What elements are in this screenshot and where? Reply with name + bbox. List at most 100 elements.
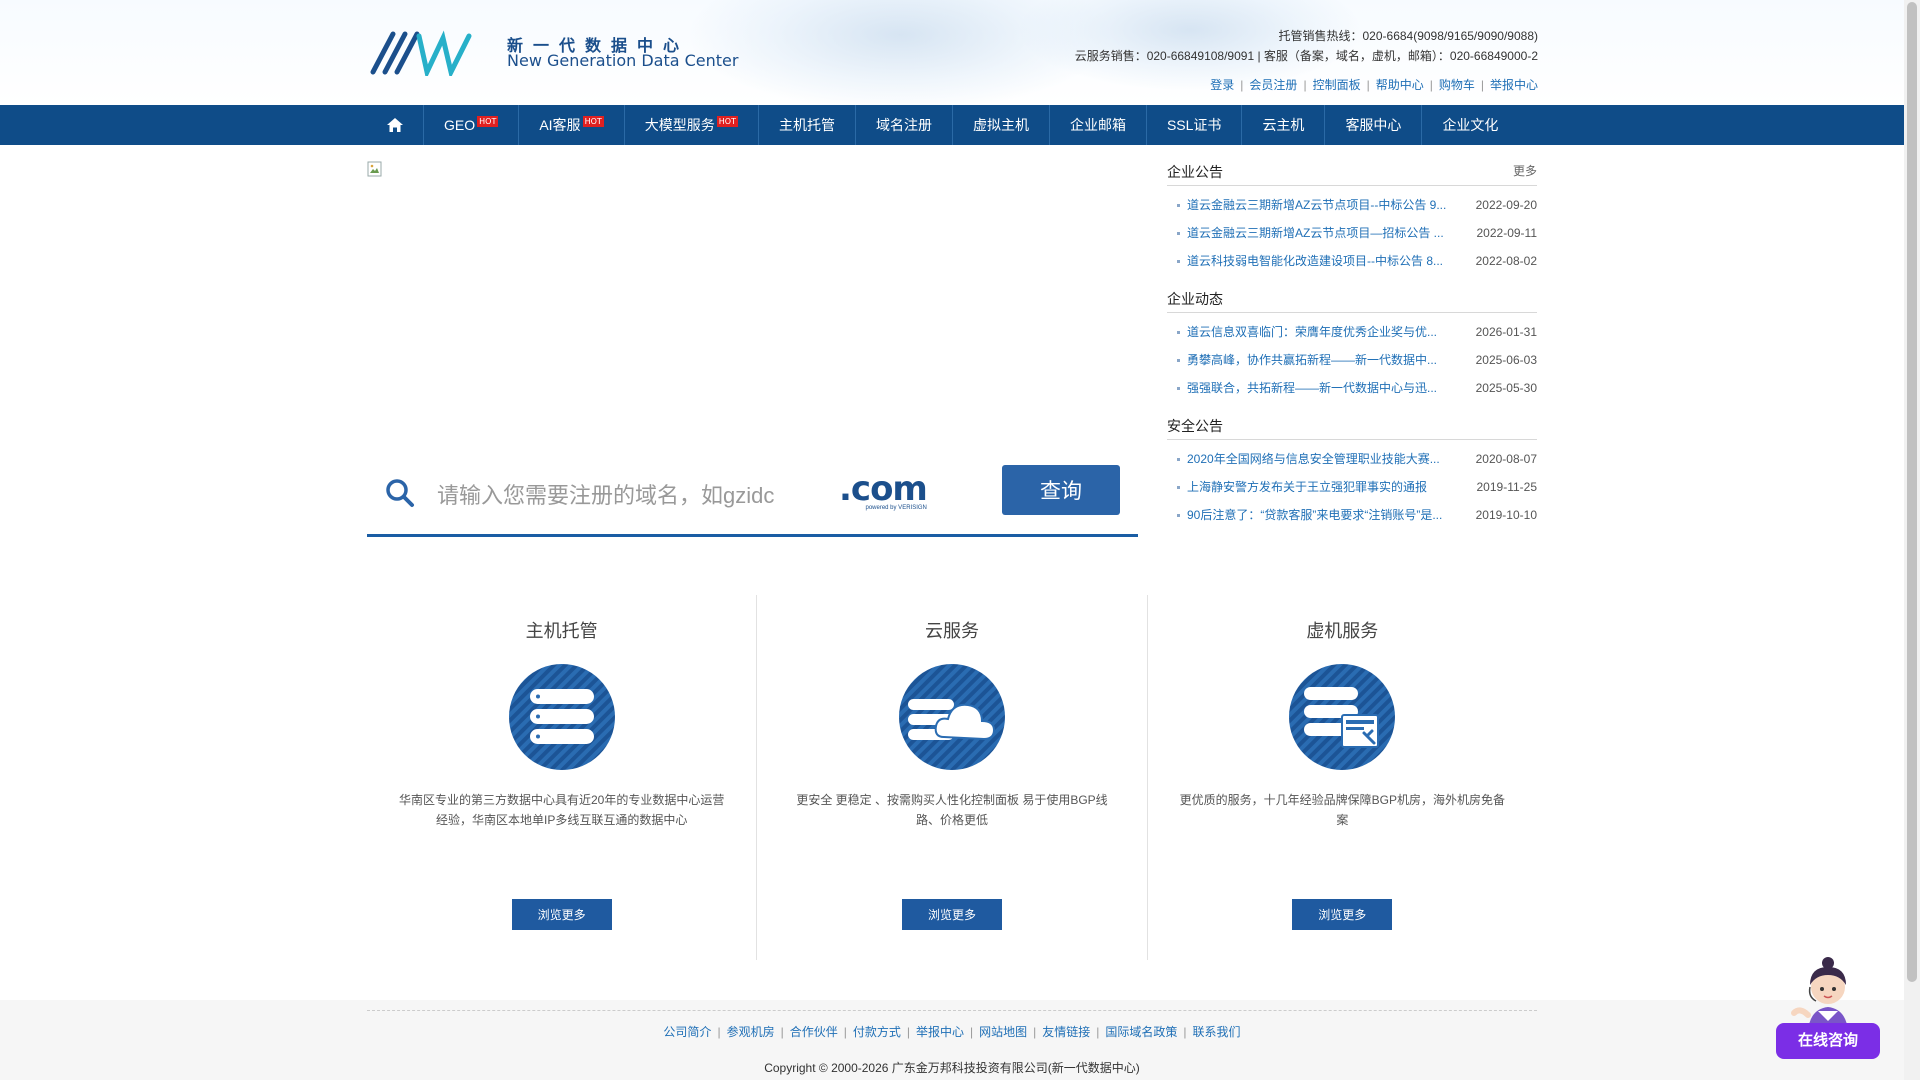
notice-link[interactable]: 道云信息双喜临门：荣膺年度优秀企业奖与优... xyxy=(1187,319,1447,345)
separator: | xyxy=(1303,78,1307,92)
notice-link[interactable]: 90后注意了：“贷款客服”来电要求“注销账号”是... xyxy=(1187,502,1447,528)
list-item: 道云金融云三期新增AZ云节点项目--中标公告 9... 2022-09-20 xyxy=(1167,192,1537,220)
online-chat-button[interactable]: 在线咨询 xyxy=(1776,1023,1880,1059)
nav-label: 企业邮箱 xyxy=(1069,117,1126,133)
nav-domain[interactable]: 域名注册 xyxy=(856,105,953,145)
home-icon xyxy=(387,118,403,132)
search-button[interactable]: 查询 xyxy=(1002,465,1120,515)
separator: | xyxy=(780,1025,784,1039)
browse-more-button[interactable]: 浏览更多 xyxy=(901,899,1002,930)
nav-ai-service[interactable]: AI客服 HOT xyxy=(519,105,625,145)
control-panel-link[interactable]: 控制面板 xyxy=(1313,78,1361,92)
main-nav: GEO HOT AI客服 HOT 大模型服务 HOT 主机托管 域名注册 虚拟主机 企… xyxy=(0,105,1904,145)
report-center-link[interactable]: 举报中心 xyxy=(1490,78,1538,92)
separator: | xyxy=(906,1025,910,1039)
search-icon xyxy=(386,479,414,507)
footer-link-sitemap[interactable]: 网站地图 xyxy=(979,1025,1027,1039)
nav-ssl[interactable]: SSL证书 xyxy=(1147,105,1243,145)
nav-hosting[interactable]: 主机托管 xyxy=(759,105,856,145)
notice-link[interactable]: 2020年全国网络与信息安全管理职业技能大赛... xyxy=(1187,446,1447,472)
notice-date: 2019-11-25 xyxy=(1476,480,1538,494)
help-center-link[interactable]: 帮助中心 xyxy=(1376,78,1424,92)
notice-link[interactable]: 道云科技弱电智能化改造建设项目--中标公告 8... xyxy=(1187,248,1447,274)
browse-more-button[interactable]: 浏览更多 xyxy=(511,899,612,930)
service-card-hosting: 主机托管 华南区专业的第三方数据中心具有近20年的专业数据中心运营经验，华南区本… xyxy=(367,595,758,960)
hosting-hotline: 托管销售热线：020-6684(9098/9165/9090/9088) xyxy=(1278,29,1539,43)
nav-llm-service[interactable]: 大模型服务 HOT xyxy=(625,105,759,145)
notice-section-enterprise: 企业公告 更多 道云金融云三期新增AZ云节点项目--中标公告 9... 2022-… xyxy=(1167,159,1537,276)
notice-link[interactable]: 道云金融云三期新增AZ云节点项目—招标公告 ... xyxy=(1187,220,1447,246)
nav-culture[interactable]: 企业文化 xyxy=(1422,105,1518,145)
separator: | xyxy=(1183,1025,1187,1039)
footer-links: 公司简介 | 参观机房 | 合作伙伴 | 付款方式 | 举报中心 | 网站地图 | 友情链接 | 国际域名政… xyxy=(0,1023,1904,1040)
nav-label: GEO xyxy=(444,117,476,133)
footer-link-visit[interactable]: 参观机房 xyxy=(727,1025,775,1039)
notice-link[interactable]: 勇攀高峰，协作共赢拓新程——新一代数据中... xyxy=(1187,347,1447,373)
dotcom-logo[interactable]: .com powered by VERISIGN xyxy=(839,471,928,511)
footer-link-domain-policy[interactable]: 国际域名政策 xyxy=(1105,1025,1177,1039)
nav-label: 域名注册 xyxy=(875,117,932,133)
copyright: Copyright © 2000-2026 广东金万邦科技投资有限公司(新一代数… xyxy=(764,1061,1140,1075)
cloud-server-icon xyxy=(898,664,1005,770)
nav-label: SSL证书 xyxy=(1166,117,1222,133)
nav-enterprise-mail[interactable]: 企业邮箱 xyxy=(1050,105,1147,145)
footer-link-report[interactable]: 举报中心 xyxy=(916,1025,964,1039)
nav-customer-service[interactable]: 客服中心 xyxy=(1325,105,1423,145)
hot-badge: HOT xyxy=(582,116,604,127)
register-link[interactable]: 会员注册 xyxy=(1249,78,1297,92)
login-link[interactable]: 登录 xyxy=(1210,78,1234,92)
notice-date: 2022-09-20 xyxy=(1475,198,1537,212)
footer-link-payment[interactable]: 付款方式 xyxy=(853,1025,901,1039)
notice-link[interactable]: 道云金融云三期新增AZ云节点项目--中标公告 9... xyxy=(1187,192,1447,218)
separator: | xyxy=(1366,78,1370,92)
more-link[interactable]: 更多 xyxy=(1513,162,1537,179)
cart-link[interactable]: 购物车 xyxy=(1439,78,1475,92)
nav-virtual-host[interactable]: 虚拟主机 xyxy=(953,105,1050,145)
notice-link[interactable]: 上海静安警方发布关于王立强犯罪事实的通报 xyxy=(1187,474,1447,500)
footer-link-contact[interactable]: 联系我们 xyxy=(1193,1025,1241,1039)
domain-search-input[interactable] xyxy=(435,476,799,516)
site-header: 新一代数据中心 New Generation Data Center 托管销售热… xyxy=(0,0,1904,105)
list-item: 2020年全国网络与信息安全管理职业技能大赛... 2020-08-07 xyxy=(1167,446,1537,474)
service-card-cloud: 云服务 更安全 更稳定 、按需购买人性化控制面板 易于使用BGP线路、价格更低 … xyxy=(757,595,1148,960)
notice-link[interactable]: 强强联合，共拓新程——新一代数据中心与迅... xyxy=(1187,375,1447,401)
notice-date: 2019-10-10 xyxy=(1475,508,1537,522)
nav-cloud-host[interactable]: 云主机 xyxy=(1242,105,1326,145)
separator: | xyxy=(1033,1025,1037,1039)
footer-link-friends[interactable]: 友情链接 xyxy=(1042,1025,1090,1039)
footer-link-partners[interactable]: 合作伙伴 xyxy=(790,1025,838,1039)
broken-image-icon xyxy=(367,161,382,177)
server-stack-icon xyxy=(508,664,615,770)
notice-header: 企业动态 xyxy=(1167,286,1537,313)
browse-more-button[interactable]: 浏览更多 xyxy=(1292,899,1393,930)
separator: | xyxy=(717,1025,721,1039)
logo-english-name: New Generation Data Center xyxy=(507,51,739,70)
logo-icon[interactable] xyxy=(367,28,507,76)
service-title: 云服务 xyxy=(924,621,979,641)
separator: | xyxy=(1240,78,1244,92)
scrollbar-thumb[interactable] xyxy=(1907,2,1917,982)
page-scrollbar[interactable] xyxy=(1904,0,1920,1080)
virtual-host-icon xyxy=(1289,664,1396,770)
notice-section-title: 安全公告 xyxy=(1167,418,1223,434)
online-chat-widget[interactable]: 在线咨询 xyxy=(1776,953,1880,1059)
service-description: 更安全 更稳定 、按需购买人性化控制面板 易于使用BGP线路、价格更低 xyxy=(796,793,1108,827)
notice-date: 2022-09-11 xyxy=(1476,226,1538,240)
notice-panel: 企业公告 更多 道云金融云三期新增AZ云节点项目--中标公告 9... 2022-… xyxy=(1167,159,1537,540)
list-item: 90后注意了：“贷款客服”来电要求“注销账号”是... 2019-10-10 xyxy=(1167,502,1537,530)
service-card-virtual-host: 虚机服务 更优质的服务，十几年经验品牌保障BGP机房，海外机房免备案 浏览更多 xyxy=(1148,595,1537,960)
nav-label: 客服中心 xyxy=(1345,117,1402,133)
separator: | xyxy=(843,1025,847,1039)
nav-home[interactable] xyxy=(367,105,424,145)
hot-badge: HOT xyxy=(716,116,738,127)
separator: | xyxy=(1096,1025,1100,1039)
hot-badge: HOT xyxy=(477,116,499,127)
nav-geo[interactable]: GEO HOT xyxy=(424,105,520,145)
list-item: 道云科技弱电智能化改造建设项目--中标公告 8... 2022-08-02 xyxy=(1167,248,1537,276)
service-description: 华南区专业的第三方数据中心具有近20年的专业数据中心运营经验，华南区本地单IP多… xyxy=(398,793,725,827)
nav-label: 主机托管 xyxy=(778,117,835,133)
footer-link-about[interactable]: 公司简介 xyxy=(663,1025,711,1039)
customer-service-avatar-icon xyxy=(1791,957,1848,1031)
nav-label: 大模型服务 xyxy=(644,117,715,133)
notice-header: 企业公告 更多 xyxy=(1167,159,1537,186)
